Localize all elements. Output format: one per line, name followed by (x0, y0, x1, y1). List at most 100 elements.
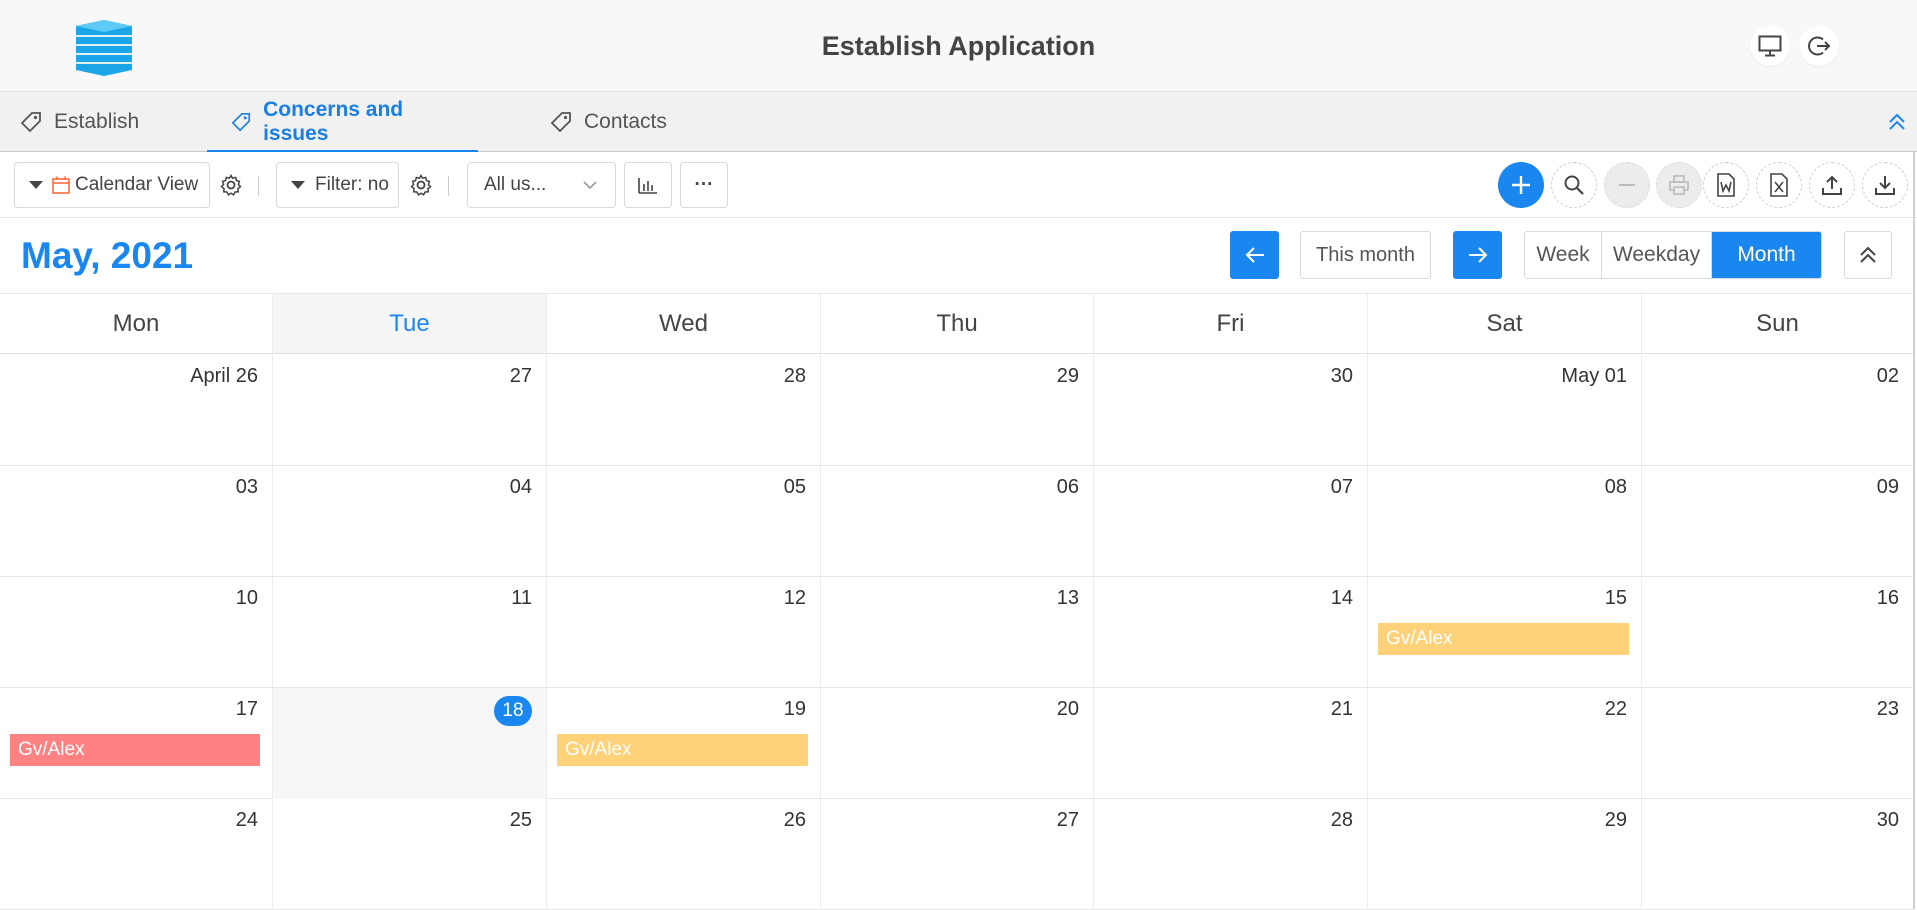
calendar-event[interactable]: Gv/Alex (10, 734, 260, 766)
day-number: 24 (235, 809, 258, 831)
desktop-button[interactable] (1750, 26, 1790, 66)
day-cell[interactable]: 29 (821, 355, 1094, 466)
week-row: 17 Gv/Alex 18 19 Gv/Alex 20 21 22 23 (0, 688, 1913, 799)
day-cell[interactable]: 26 (547, 799, 821, 910)
week-view-button[interactable]: Week (1525, 232, 1602, 278)
day-number: 15 (1604, 587, 1627, 609)
day-cell[interactable]: 20 (821, 688, 1094, 799)
remove-button[interactable] (1604, 162, 1650, 208)
arrow-right-icon (1468, 247, 1487, 263)
day-cell[interactable]: 30 (1094, 355, 1368, 466)
day-cell[interactable]: 02 (1642, 355, 1913, 466)
upload-button[interactable] (1809, 162, 1855, 208)
arrow-left-icon (1245, 247, 1264, 263)
export-excel-button[interactable] (1756, 162, 1802, 208)
day-number: 21 (1330, 698, 1353, 720)
toolbar-divider (448, 176, 449, 196)
collapse-up-icon[interactable] (1885, 110, 1909, 134)
week-row: 10 11 12 13 14 15 Gv/Alex 16 (0, 577, 1913, 688)
download-button[interactable] (1862, 162, 1908, 208)
day-cell[interactable]: 27 (273, 355, 547, 466)
tab-contacts[interactable]: Contacts (550, 92, 667, 152)
day-cell[interactable]: 28 (547, 355, 821, 466)
day-cell[interactable]: 04 (273, 466, 547, 577)
plus-icon (1512, 176, 1530, 194)
weekday-view-button[interactable]: Weekday (1602, 232, 1712, 278)
day-cell[interactable]: 03 (0, 466, 273, 577)
day-cell[interactable]: 23 (1642, 688, 1913, 799)
day-number: 22 (1604, 698, 1627, 720)
day-cell[interactable]: 11 (273, 577, 547, 688)
day-cell[interactable]: 22 (1368, 688, 1642, 799)
this-month-button[interactable]: This month (1300, 231, 1431, 279)
calendar-event[interactable]: Gv/Alex (557, 734, 808, 766)
day-cell[interactable]: 17 Gv/Alex (0, 688, 273, 799)
day-cell[interactable]: 27 (821, 799, 1094, 910)
next-month-button[interactable] (1453, 231, 1502, 279)
collapse-calendar-button[interactable] (1844, 231, 1892, 279)
caret-down-icon (291, 181, 305, 189)
day-number: 05 (783, 476, 806, 498)
prev-month-button[interactable] (1230, 231, 1279, 279)
weekday-header-row: Mon Tue Wed Thu Fri Sat Sun (0, 294, 1913, 354)
user-select[interactable]: All us... (467, 162, 616, 208)
weekday-tue: Tue (273, 294, 547, 353)
day-cell[interactable]: 09 (1642, 466, 1913, 577)
day-number: 03 (235, 476, 258, 498)
day-cell[interactable]: 06 (821, 466, 1094, 577)
logout-icon (1808, 36, 1831, 56)
gear-icon[interactable] (409, 173, 433, 197)
tab-concerns-and-issues[interactable]: Concerns and issues (207, 92, 478, 153)
day-cell[interactable]: 12 (547, 577, 821, 688)
gear-icon[interactable] (219, 173, 243, 197)
tab-label: Concerns and issues (263, 98, 404, 145)
app-title: Establish Application (821, 31, 1096, 61)
weekday-thu: Thu (821, 294, 1094, 353)
print-button[interactable] (1656, 162, 1702, 208)
calendar-view-select[interactable]: Calendar View (14, 162, 210, 208)
day-cell[interactable]: 10 (0, 577, 273, 688)
day-cell[interactable]: 16 (1642, 577, 1913, 688)
day-cell[interactable]: 13 (821, 577, 1094, 688)
more-button[interactable]: ··· (680, 162, 728, 208)
toolbar-divider (258, 176, 259, 196)
weekday-sat: Sat (1368, 294, 1642, 353)
day-cell[interactable]: 18 (273, 688, 547, 799)
day-cell[interactable]: 05 (547, 466, 821, 577)
month-view-button[interactable]: Month (1712, 232, 1821, 278)
day-number: 10 (235, 587, 258, 609)
day-cell[interactable]: 30 (1642, 799, 1913, 910)
day-cell[interactable]: 21 (1094, 688, 1368, 799)
tag-icon (20, 112, 41, 133)
day-cell[interactable]: 15 Gv/Alex (1368, 577, 1642, 688)
tab-bar: Establish Concerns and issues Contacts (0, 92, 1917, 153)
day-cell[interactable]: 08 (1368, 466, 1642, 577)
day-number: 14 (1330, 587, 1353, 609)
calendar-view-label: Calendar View (75, 174, 199, 195)
day-number: 04 (509, 476, 532, 498)
day-cell[interactable]: May 01 (1368, 355, 1642, 466)
day-number: 26 (783, 809, 806, 831)
day-cell[interactable]: 25 (273, 799, 547, 910)
chart-button[interactable] (624, 162, 672, 208)
search-icon (1564, 175, 1584, 195)
chevron-double-up-icon (1860, 246, 1876, 263)
tab-label: Contacts (584, 110, 667, 133)
day-number: 30 (1876, 809, 1899, 831)
tab-label: Establish (54, 110, 140, 133)
day-cell[interactable]: April 26 (0, 355, 273, 466)
add-button[interactable] (1498, 162, 1544, 208)
filter-select[interactable]: Filter: no (276, 162, 399, 208)
week-row: 24 25 26 27 28 29 30 (0, 799, 1913, 910)
tab-establish[interactable]: Establish (20, 92, 139, 152)
day-cell[interactable]: 19 Gv/Alex (547, 688, 821, 799)
search-button[interactable] (1551, 162, 1597, 208)
calendar-event[interactable]: Gv/Alex (1378, 623, 1629, 655)
day-cell[interactable]: 29 (1368, 799, 1642, 910)
logout-button[interactable] (1799, 26, 1839, 66)
day-cell[interactable]: 07 (1094, 466, 1368, 577)
day-cell[interactable]: 14 (1094, 577, 1368, 688)
export-word-button[interactable] (1703, 162, 1749, 208)
day-cell[interactable]: 24 (0, 799, 273, 910)
day-cell[interactable]: 28 (1094, 799, 1368, 910)
